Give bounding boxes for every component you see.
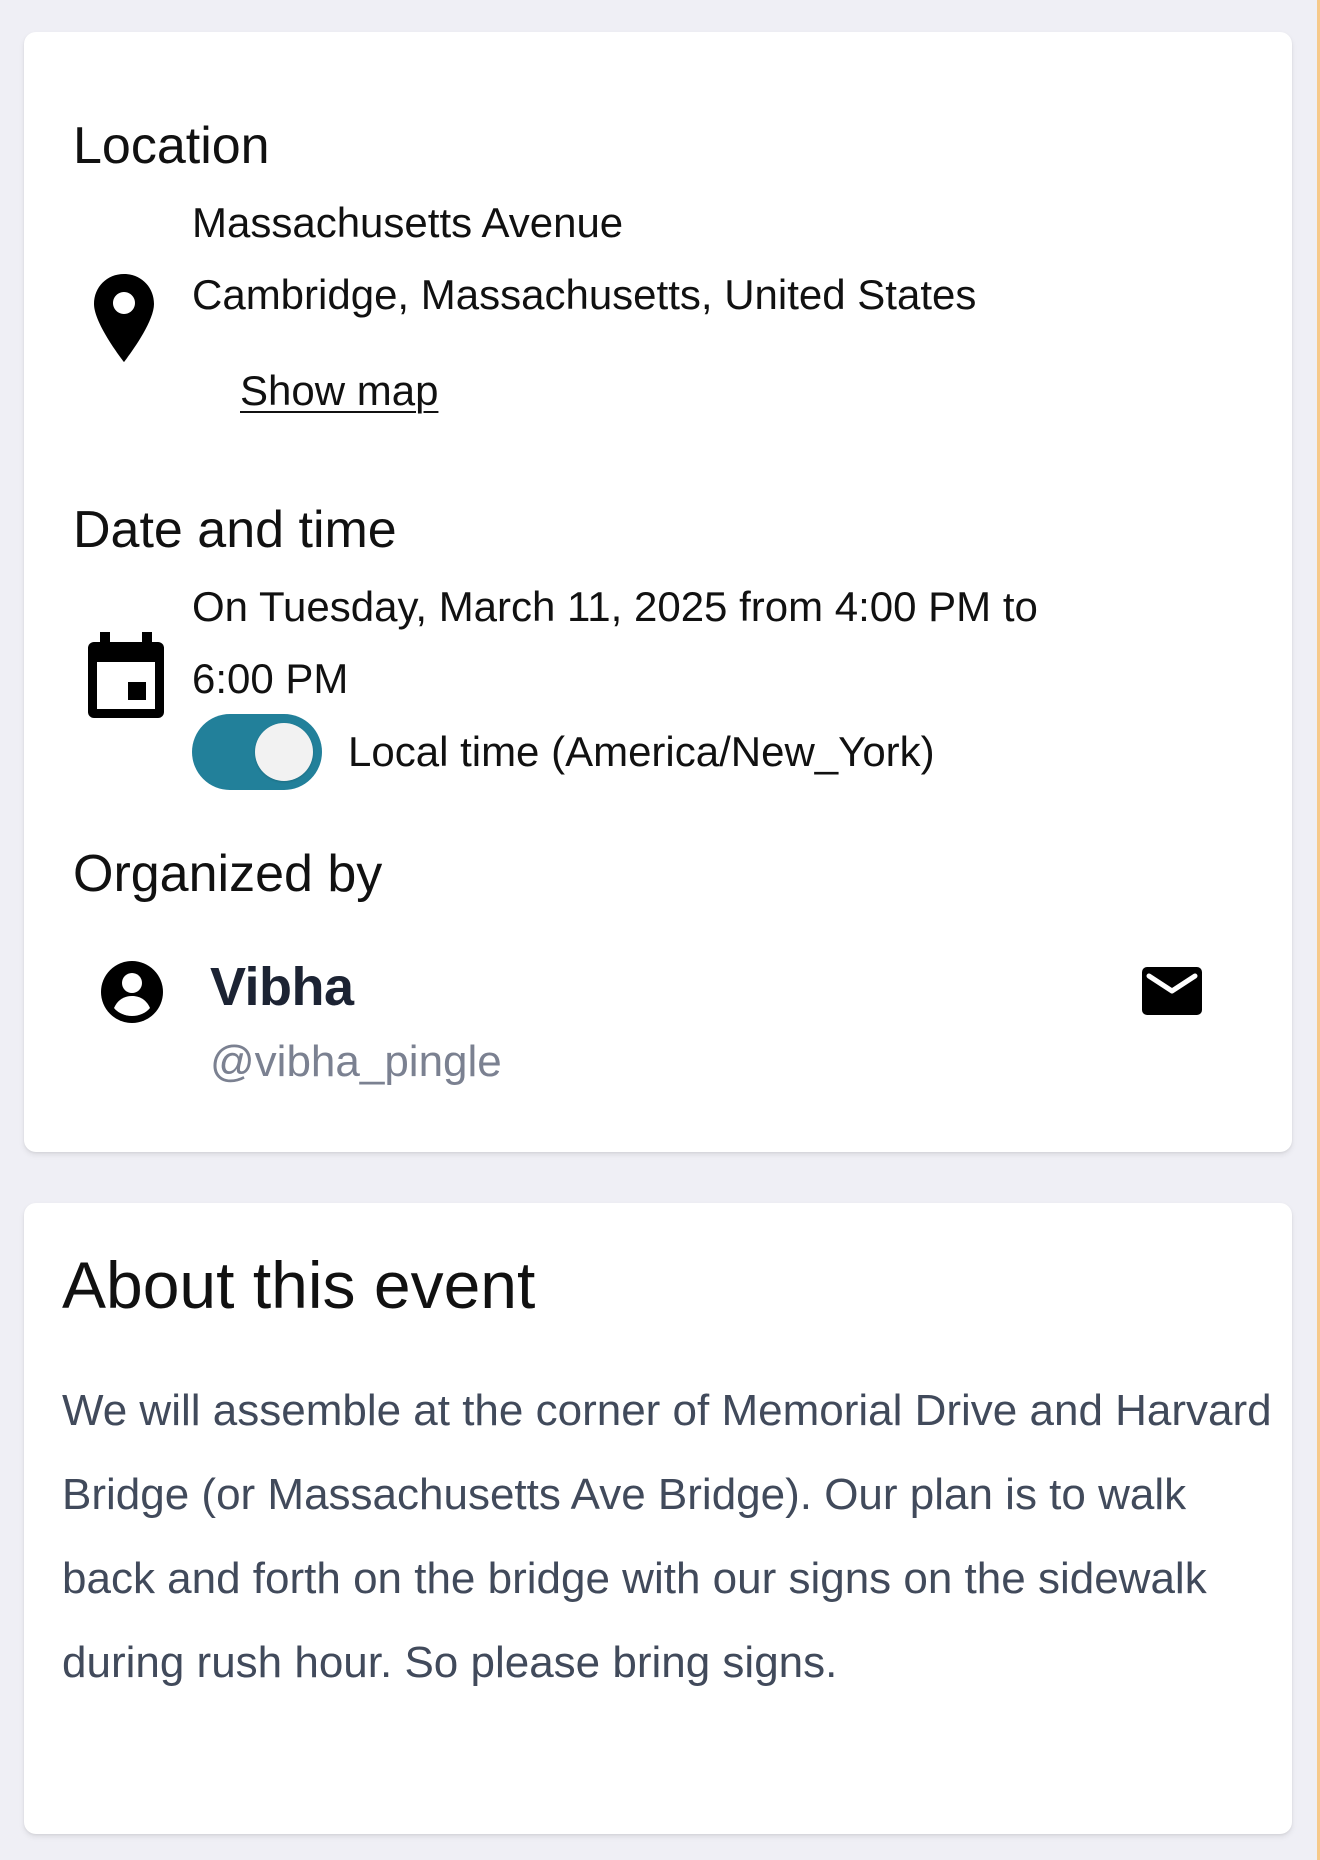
organizer-heading: Organized by xyxy=(73,845,383,903)
address-line-2: Cambridge, Massachusetts, United States xyxy=(192,271,977,318)
about-event-card: About this event We will assemble at the… xyxy=(24,1203,1292,1834)
event-info-card: Location Massachusetts Avenue Cambridge,… xyxy=(24,32,1292,1152)
mail-icon[interactable] xyxy=(1140,965,1204,1017)
organizer-handle: @vibha_pingle xyxy=(210,1037,502,1086)
account-circle-icon xyxy=(100,960,164,1024)
date-time-line-2: 6:00 PM xyxy=(192,655,349,702)
about-heading: About this event xyxy=(62,1248,536,1322)
calendar-icon xyxy=(84,630,168,722)
organizer-name[interactable]: Vibha xyxy=(210,956,354,1018)
date-time-heading: Date and time xyxy=(73,501,397,559)
local-time-toggle[interactable] xyxy=(192,714,322,790)
event-description: We will assemble at the corner of Memori… xyxy=(62,1386,1272,1687)
address-line-1: Massachusetts Avenue xyxy=(192,199,624,246)
toggle-knob xyxy=(255,723,313,781)
map-pin-icon xyxy=(92,272,156,364)
local-time-label: Local time (America/New_York) xyxy=(348,728,935,775)
show-map-link[interactable]: Show map xyxy=(240,366,438,416)
date-time-line-1: On Tuesday, March 11, 2025 from 4:00 PM … xyxy=(192,583,1038,630)
location-heading: Location xyxy=(73,117,270,175)
